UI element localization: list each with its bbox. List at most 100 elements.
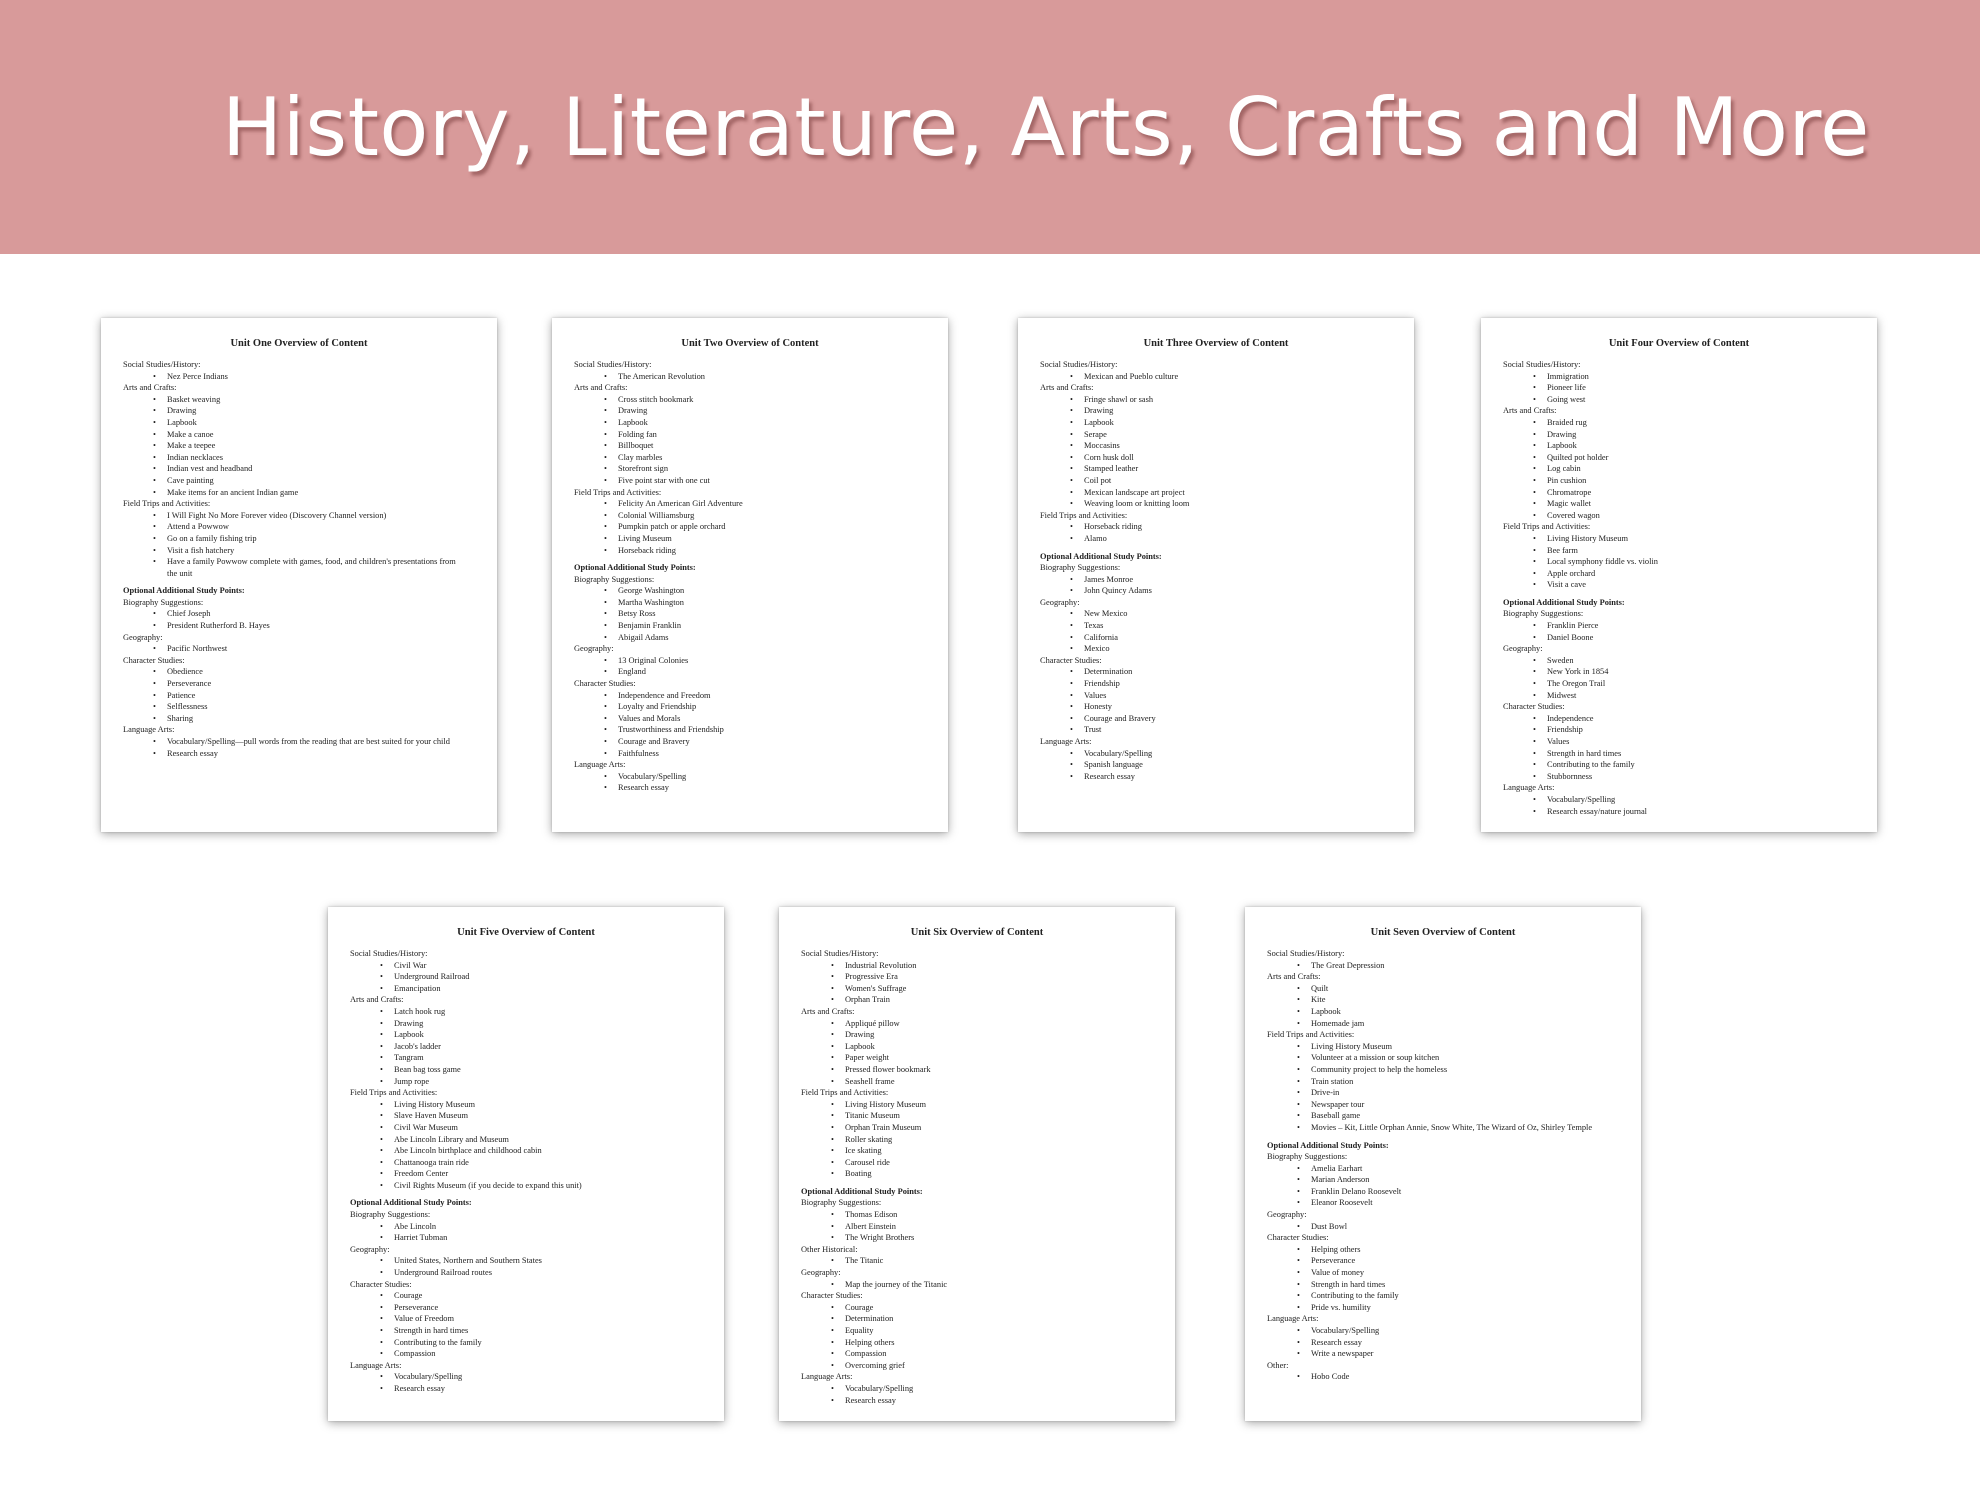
list-item: Braided rug: [1503, 417, 1855, 429]
bullet-list: Felicity An American Girl AdventureColon…: [574, 498, 926, 556]
list-item: Living History Museum: [1503, 533, 1855, 545]
section-heading: Language Arts:: [1040, 737, 1092, 746]
section-heading: Other:: [1267, 1360, 1289, 1370]
list-item: Equality: [801, 1325, 1153, 1337]
list-item: Apple orchard: [1503, 568, 1855, 580]
bullet-list: DeterminationFriendshipValuesHonestyCour…: [1040, 666, 1392, 736]
list-item: Pumpkin patch or apple orchard: [574, 521, 926, 533]
section-heading: Geography:: [123, 632, 163, 642]
list-item: Honesty: [1040, 701, 1392, 713]
list-item: Serape: [1040, 429, 1392, 441]
title-banner: History, Literature, Arts, Crafts and Mo…: [0, 0, 1980, 254]
list-item: Lapbook: [1267, 1006, 1619, 1018]
bullet-list: The Titanic: [801, 1255, 1153, 1267]
list-item: Women's Suffrage: [801, 983, 1153, 995]
bullet-list: IndependenceFriendshipValuesStrength in …: [1503, 713, 1855, 783]
list-item: Overcoming grief: [801, 1360, 1153, 1372]
section-heading: Character Studies:: [801, 1291, 863, 1301]
list-item: Abe Lincoln birthplace and childhood cab…: [350, 1145, 702, 1157]
section-heading: Arts and Crafts:: [574, 383, 628, 393]
section-heading: Character Studies:: [123, 655, 185, 665]
bullet-list: Pacific Northwest: [123, 643, 475, 655]
list-item: Midwest: [1503, 690, 1855, 702]
list-item: Stubbornness: [1503, 771, 1855, 783]
list-item: New Mexico: [1040, 608, 1392, 620]
list-item: Compassion: [350, 1348, 702, 1360]
list-item: Determination: [801, 1313, 1153, 1325]
bullet-list: Vocabulary/SpellingResearch essayWrite a…: [1267, 1325, 1619, 1360]
bullet-list: Chief JosephPresident Rutherford B. Haye…: [123, 608, 475, 631]
bullet-list: Living History MuseumBee farmLocal symph…: [1503, 533, 1855, 591]
list-item: Abe Lincoln Library and Museum: [350, 1134, 702, 1146]
list-item: Martha Washington: [574, 597, 926, 609]
list-item: Volunteer at a mission or soup kitchen: [1267, 1052, 1619, 1064]
list-item: Research essay: [1267, 1337, 1619, 1349]
list-item: Strength in hard times: [350, 1325, 702, 1337]
list-item: Billboquet: [574, 440, 926, 452]
section-heading: Language Arts:: [350, 1360, 402, 1370]
page-content: Social Studies/History: ImmigrationPionee…: [1503, 359, 1855, 817]
list-item: Helping others: [1267, 1244, 1619, 1256]
bullet-list: Vocabulary/SpellingSpanish languageResea…: [1040, 748, 1392, 783]
list-item: Underground Railroad: [350, 971, 702, 983]
list-item: Make items for an ancient Indian game: [123, 487, 475, 499]
list-item: Nez Perce Indians: [123, 371, 475, 383]
list-item: Benjamin Franklin: [574, 620, 926, 632]
list-item: Cave painting: [123, 475, 475, 487]
bullet-list: Vocabulary/SpellingResearch essay: [350, 1371, 702, 1394]
list-item: Chattanooga train ride: [350, 1157, 702, 1169]
section-heading: Arts and Crafts:: [1040, 383, 1094, 393]
section-heading: Field Trips and Activities:: [801, 1088, 889, 1098]
section-heading: Biography Suggestions:: [1267, 1152, 1348, 1162]
list-item: Five point star with one cut: [574, 475, 926, 487]
list-item: Trustworthiness and Friendship: [574, 724, 926, 736]
list-item: Values: [1040, 690, 1392, 702]
list-item: Courage and Bravery: [574, 736, 926, 748]
bullet-list: The Great Depression: [1267, 960, 1619, 972]
list-item: Perseverance: [1267, 1255, 1619, 1267]
list-item: Amelia Earhart: [1267, 1163, 1619, 1175]
list-item: Value of money: [1267, 1267, 1619, 1279]
list-item: Abe Lincoln: [350, 1221, 702, 1233]
list-item: Values and Morals: [574, 713, 926, 725]
list-item: Have a family Powwow complete with games…: [123, 556, 475, 579]
bullet-list: Vocabulary/Spelling—pull words from the …: [123, 736, 475, 759]
list-item: Boating: [801, 1168, 1153, 1180]
section-heading: Geography:: [1503, 644, 1543, 654]
list-item: Civil War Museum: [350, 1122, 702, 1134]
list-item: Clay marbles: [574, 452, 926, 464]
section-heading: Social Studies/History:: [801, 949, 879, 958]
unit-page: Unit Three Overview of Content Social St…: [1018, 318, 1414, 832]
bullet-list: Dust Bowl: [1267, 1221, 1619, 1233]
list-item: Covered wagon: [1503, 510, 1855, 522]
section-heading: Biography Suggestions:: [123, 597, 204, 607]
list-item: Vocabulary/Spelling: [1503, 794, 1855, 806]
section-heading: Social Studies/History:: [123, 360, 201, 369]
list-item: Coil pot: [1040, 475, 1392, 487]
list-item: Magic wallet: [1503, 498, 1855, 510]
bullet-list: ImmigrationPioneer lifeGoing west: [1503, 371, 1855, 406]
list-item: Orphan Train: [801, 994, 1153, 1006]
list-item: Contributing to the family: [1503, 759, 1855, 771]
unit-page: Unit One Overview of Content Social Stud…: [101, 318, 497, 832]
bullet-list: SwedenNew York in 1854The Oregon TrailMi…: [1503, 655, 1855, 701]
page-content: Social Studies/History: Industrial Revolu…: [801, 948, 1153, 1406]
bullet-list: Abe LincolnHarriet Tubman: [350, 1221, 702, 1244]
page-title: Unit Five Overview of Content: [457, 927, 595, 938]
page-content: Social Studies/History: Nez Perce Indians…: [123, 359, 475, 759]
section-heading: Language Arts:: [801, 1372, 853, 1382]
list-item: The Great Depression: [1267, 960, 1619, 972]
list-item: Civil Rights Museum (if you decide to ex…: [350, 1180, 702, 1192]
list-item: Baseball game: [1267, 1110, 1619, 1122]
list-item: John Quincy Adams: [1040, 585, 1392, 597]
bullet-list: The American Revolution: [574, 371, 926, 383]
bullet-list: Map the journey of the Titanic: [801, 1279, 1153, 1291]
list-item: Horseback riding: [1040, 521, 1392, 533]
page-title: Unit One Overview of Content: [230, 338, 368, 349]
bullet-list: Living History MuseumVolunteer at a miss…: [1267, 1041, 1619, 1134]
list-item: Trust: [1040, 724, 1392, 736]
list-item: Make a canoe: [123, 429, 475, 441]
list-item: Bee farm: [1503, 545, 1855, 557]
list-item: Spanish language: [1040, 759, 1392, 771]
section-heading: Social Studies/History:: [1503, 360, 1581, 369]
